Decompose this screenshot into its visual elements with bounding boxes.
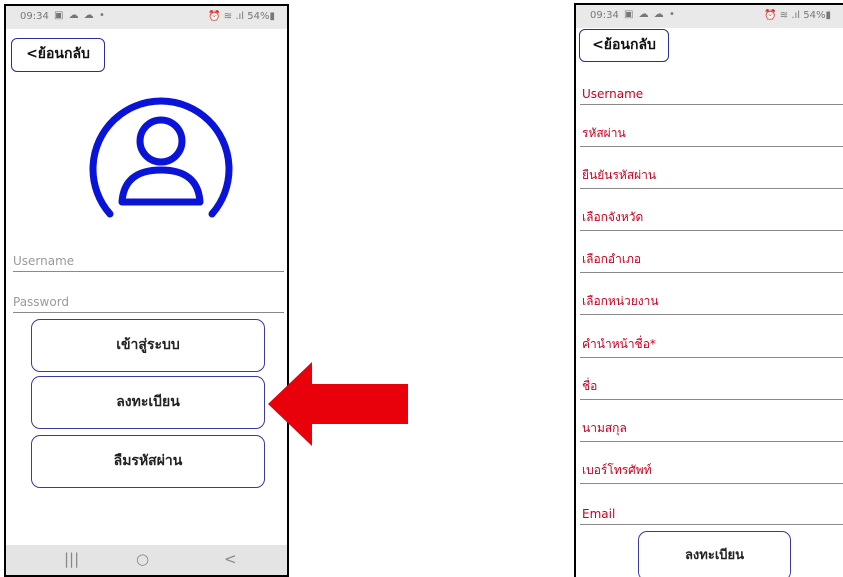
department-select[interactable]: เลือกหน่วยงาน (580, 285, 843, 315)
status-bar: 09:34 ▣ ☁ ☁ • ⏰ ≋ .ıl 54%▮ (6, 6, 287, 29)
province-select[interactable]: เลือกจังหวัด (580, 201, 843, 231)
field-label: คำนำหน้าชื่อ* (582, 337, 656, 351)
password-input[interactable] (13, 295, 284, 309)
email-field[interactable]: Email (580, 495, 843, 525)
title-prefix-select[interactable]: คำนำหน้าชื่อ* (580, 328, 843, 358)
field-label: นามสกุล (582, 421, 627, 435)
status-time: 09:34 (20, 11, 49, 22)
home-icon[interactable]: ○ (136, 550, 149, 568)
back-button[interactable]: <ย้อนกลับ (579, 29, 669, 62)
system-nav-bar: ||| ○ < (6, 545, 287, 575)
red-arrow-icon (268, 362, 408, 446)
field-label: เลือกจังหวัด (582, 210, 644, 224)
submit-register-button[interactable]: ลงทะเบียน (638, 531, 791, 577)
district-select[interactable]: เลือกอำเภอ (580, 243, 843, 273)
field-label: ชื่อ (582, 379, 598, 393)
login-screen: 09:34 ▣ ☁ ☁ • ⏰ ≋ .ıl 54%▮ <ย้อนกลับ เข้… (4, 4, 289, 577)
register-button[interactable]: ลงทะเบียน (31, 376, 265, 429)
field-label: Username (582, 87, 644, 101)
status-bar: 09:34 ▣ ☁ ☁ • ⏰ ≋ .ıl 54%▮ (576, 5, 843, 28)
username-field[interactable] (13, 242, 284, 272)
battery-signal-icons: ⏰ ≋ .ıl 54%▮ (208, 11, 275, 22)
field-label: เบอร์โทรศัพท์ (582, 463, 652, 477)
field-label: ยืนยันรหัสผ่าน (582, 168, 657, 182)
login-button[interactable]: เข้าสู่ระบบ (31, 319, 265, 372)
reg-username-field[interactable]: Username (580, 75, 843, 105)
notification-icons: ▣ ☁ ☁ • (54, 10, 106, 21)
nav-back-icon[interactable]: < (224, 550, 237, 568)
reg-confirm-password-field[interactable]: ยืนยันรหัสผ่าน (580, 159, 843, 189)
password-field[interactable] (13, 283, 284, 313)
recent-apps-icon[interactable]: ||| (64, 550, 79, 568)
field-label: รหัสผ่าน (582, 126, 626, 140)
status-time: 09:34 (590, 10, 619, 21)
field-label: เลือกหน่วยงาน (582, 294, 659, 308)
register-screen: 09:34 ▣ ☁ ☁ • ⏰ ≋ .ıl 54%▮ <ย้อนกลับ Use… (574, 3, 843, 577)
field-label: Email (582, 507, 616, 521)
field-label: เลือกอำเภอ (582, 252, 642, 266)
first-name-field[interactable]: ชื่อ (580, 370, 843, 400)
last-name-field[interactable]: นามสกุล (580, 412, 843, 442)
battery-signal-icons: ⏰ ≋ .ıl 54%▮ (764, 10, 831, 21)
back-button[interactable]: <ย้อนกลับ (11, 38, 105, 72)
notification-icons: ▣ ☁ ☁ • (624, 9, 676, 20)
username-input[interactable] (13, 254, 284, 268)
user-avatar-icon (89, 97, 233, 218)
phone-number-field[interactable]: เบอร์โทรศัพท์ (580, 454, 843, 484)
forgot-password-button[interactable]: ลืมรหัสผ่าน (31, 435, 265, 488)
reg-password-field[interactable]: รหัสผ่าน (580, 117, 843, 147)
